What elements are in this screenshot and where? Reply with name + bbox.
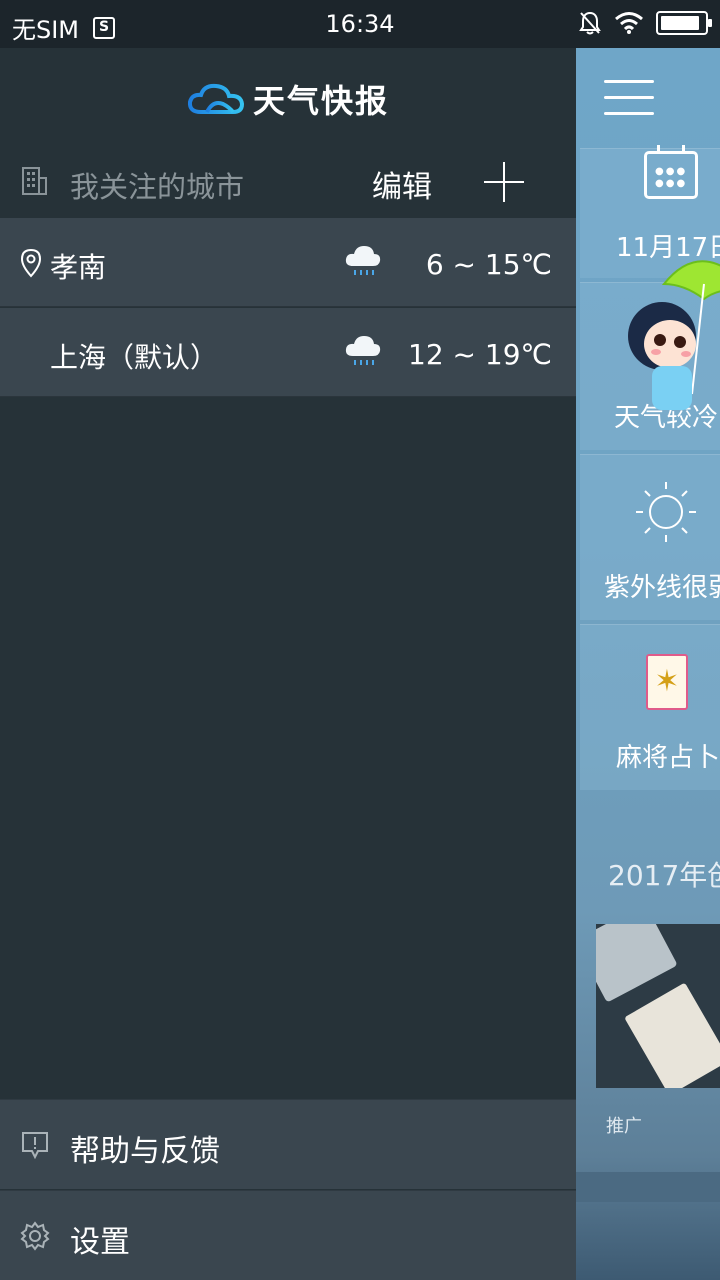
- app-title: 天气快报: [252, 82, 389, 120]
- rain-cloud-icon: [345, 336, 381, 365]
- majiang-tile-icon: ✶: [646, 654, 688, 710]
- follow-label: 我关注的城市: [70, 170, 245, 204]
- add-city-button[interactable]: [484, 162, 524, 202]
- mute-bell-icon: [579, 11, 601, 35]
- ad-label: 推广: [606, 1116, 642, 1137]
- rain-cloud-icon: [345, 246, 381, 275]
- location-pin-icon: [20, 248, 42, 278]
- settings-item[interactable]: 设置: [0, 1190, 576, 1280]
- app-logo: 天气快报: [0, 76, 576, 122]
- drawer-header: 天气快报 我关注的城市 编辑: [0, 48, 576, 218]
- building-icon: [22, 167, 47, 195]
- main-weather-panel[interactable]: ●●●●●● 11月17日 天气较冷 紫外线很弱 麻将占卜 ✶ 2017年创: [576, 48, 720, 1280]
- ad-divider: [576, 1172, 720, 1202]
- ad-image[interactable]: [596, 924, 720, 1088]
- wifi-icon: [615, 12, 643, 34]
- year-text: 2017年创: [608, 859, 720, 892]
- sun-icon: [636, 482, 696, 542]
- calendar-icon: ●●● ●●●: [644, 145, 698, 199]
- gear-icon: [20, 1221, 50, 1251]
- battery-fill: [661, 16, 699, 30]
- city-row-shanghai[interactable]: 上海（默认） 12 ~ 19℃: [0, 308, 576, 397]
- settings-label: 设置: [70, 1225, 130, 1260]
- umbrella-mascot-icon: [628, 260, 720, 410]
- feedback-icon: [22, 1132, 48, 1160]
- cloud-logo-icon: [187, 83, 244, 114]
- edit-button[interactable]: 编辑: [372, 162, 432, 206]
- uv-text: 紫外线很弱: [604, 573, 720, 603]
- temperature-range: 6 ~ 15℃: [425, 248, 552, 281]
- status-bar-right: [578, 10, 712, 36]
- city-name: 孝南: [50, 251, 107, 284]
- help-feedback-item[interactable]: 帮助与反馈: [0, 1099, 576, 1189]
- menu-icon[interactable]: [604, 80, 654, 116]
- help-feedback-label: 帮助与反馈: [70, 1134, 220, 1169]
- battery-icon: [656, 11, 712, 35]
- status-bar: 无SIM S 16:34: [0, 0, 720, 48]
- temperature-range: 12 ~ 19℃: [408, 338, 552, 371]
- majiang-text: 麻将占卜: [616, 743, 720, 773]
- city-row-xiaonan[interactable]: 孝南 6 ~ 15℃: [0, 218, 576, 307]
- city-name: 上海（默认）: [50, 341, 219, 374]
- city-drawer: 天气快报 我关注的城市 编辑 孝南 6 ~ 15℃ 上海（默认） 12 ~ 19…: [0, 48, 576, 1280]
- follow-header: 我关注的城市 编辑: [0, 148, 576, 218]
